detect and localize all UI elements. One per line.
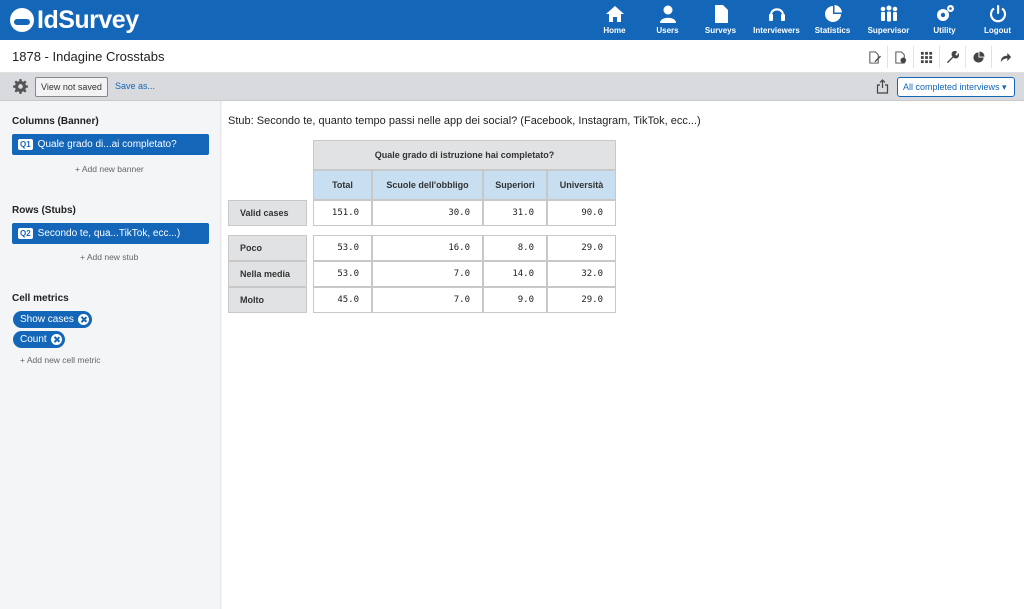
export-icon bbox=[876, 79, 889, 94]
nav-logout[interactable]: Logout bbox=[971, 0, 1024, 40]
nav-utility[interactable]: Utility bbox=[918, 0, 971, 40]
nav-logout-label: Logout bbox=[983, 26, 1012, 35]
stub-title: Stub: Secondo te, quanto tempo passi nel… bbox=[228, 115, 701, 127]
row-label-poco: Poco bbox=[228, 235, 307, 261]
nav-users-label: Users bbox=[656, 26, 679, 35]
question-tag: Q2 bbox=[18, 228, 33, 239]
grid-icon bbox=[920, 51, 933, 63]
nav-utility-label: Utility bbox=[933, 26, 956, 35]
nav-surveys[interactable]: Surveys bbox=[694, 0, 747, 40]
save-as-link[interactable]: Save as... bbox=[115, 81, 155, 91]
row-label-valid-cases: Valid cases bbox=[228, 200, 307, 226]
nav-home[interactable]: Home bbox=[588, 0, 641, 40]
top-navbar: IdSurvey Home Users Surveys Interviewers… bbox=[0, 0, 1024, 40]
gears-icon bbox=[936, 5, 954, 21]
edit-document-icon bbox=[869, 50, 881, 64]
row-label-molto: Molto bbox=[228, 287, 307, 313]
remove-icon[interactable] bbox=[50, 334, 62, 345]
table-cell: 151.0 bbox=[313, 200, 372, 226]
page-title: 1878 - Indagine Crosstabs bbox=[12, 49, 165, 64]
idsurvey-logo[interactable]: IdSurvey bbox=[10, 5, 139, 34]
group-icon bbox=[880, 5, 897, 22]
table-cell: 7.0 bbox=[372, 261, 483, 287]
table-cell: 8.0 bbox=[483, 235, 547, 261]
rows-section-title: Rows (Stubs) bbox=[12, 205, 76, 216]
metric-label: Count bbox=[20, 334, 47, 345]
banner-header: Quale grado di istruzione hai completato… bbox=[313, 140, 616, 170]
crosstab-sidebar: Columns (Banner) Q1 Quale grado di...ai … bbox=[0, 101, 221, 609]
document-icon bbox=[714, 5, 728, 23]
settings-button[interactable] bbox=[13, 79, 29, 95]
banner-variable-label: Quale grado di...ai completato? bbox=[37, 139, 177, 150]
power-icon bbox=[989, 5, 1006, 23]
pie-chart-icon bbox=[824, 5, 842, 22]
table-cell: 45.0 bbox=[313, 287, 372, 313]
column-header-universita: Università bbox=[547, 170, 616, 200]
export-button[interactable] bbox=[876, 79, 890, 95]
title-tools bbox=[862, 46, 1018, 68]
table-cell: 53.0 bbox=[313, 235, 372, 261]
nav-statistics[interactable]: Statistics bbox=[806, 0, 859, 40]
nav-interviewers[interactable]: Interviewers bbox=[747, 0, 806, 40]
logo-text: IdSurvey bbox=[37, 5, 139, 34]
document-settings-button[interactable] bbox=[888, 46, 914, 68]
document-settings-icon bbox=[895, 50, 907, 64]
remove-icon[interactable] bbox=[77, 314, 89, 325]
share-arrow-icon bbox=[1000, 52, 1011, 62]
share-button[interactable] bbox=[992, 46, 1018, 68]
nav-supervisor-label: Supervisor bbox=[867, 26, 910, 35]
metric-label: Show cases bbox=[20, 314, 74, 325]
row-label-nella-media: Nella media bbox=[228, 261, 307, 287]
table-cell: 53.0 bbox=[313, 261, 372, 287]
metric-chip-count[interactable]: Count bbox=[13, 331, 65, 348]
title-bar: 1878 - Indagine Crosstabs bbox=[0, 40, 1024, 73]
logo-mark-icon bbox=[10, 8, 34, 32]
nav-users[interactable]: Users bbox=[641, 0, 694, 40]
table-cell: 29.0 bbox=[547, 287, 616, 313]
banner-variable-chip[interactable]: Q1 Quale grado di...ai completato? bbox=[12, 134, 209, 155]
table-cell: 9.0 bbox=[483, 287, 547, 313]
pie-chart-icon bbox=[973, 50, 985, 63]
home-icon bbox=[605, 6, 624, 22]
table-cell: 7.0 bbox=[372, 287, 483, 313]
add-banner-link[interactable]: + Add new banner bbox=[75, 164, 144, 174]
column-header-total: Total bbox=[313, 170, 372, 200]
nav-statistics-label: Statistics bbox=[814, 26, 851, 35]
table-cell: 14.0 bbox=[483, 261, 547, 287]
add-stub-link[interactable]: + Add new stub bbox=[80, 252, 138, 262]
users-icon bbox=[659, 5, 676, 23]
table-cell: 16.0 bbox=[372, 235, 483, 261]
metric-chip-show-cases[interactable]: Show cases bbox=[13, 311, 92, 328]
grid-button[interactable] bbox=[914, 46, 940, 68]
wrench-icon bbox=[946, 50, 959, 63]
nav-supervisor[interactable]: Supervisor bbox=[859, 0, 918, 40]
main-nav: Home Users Surveys Interviewers Statisti… bbox=[588, 0, 1024, 40]
stub-variable-chip[interactable]: Q2 Secondo te, qua...TikTok, ecc...) bbox=[12, 223, 209, 244]
column-header-superiori: Superiori bbox=[483, 170, 547, 200]
chart-button[interactable] bbox=[966, 46, 992, 68]
table-cell: 31.0 bbox=[483, 200, 547, 226]
gear-icon bbox=[13, 79, 28, 94]
nav-interviewers-label: Interviewers bbox=[753, 26, 800, 35]
edit-document-button[interactable] bbox=[862, 46, 888, 68]
table-cell: 29.0 bbox=[547, 235, 616, 261]
table-cell: 32.0 bbox=[547, 261, 616, 287]
columns-section-title: Columns (Banner) bbox=[12, 116, 99, 127]
wrench-button[interactable] bbox=[940, 46, 966, 68]
crosstab-main: Stub: Secondo te, quanto tempo passi nel… bbox=[222, 101, 1024, 609]
headset-icon bbox=[768, 8, 785, 21]
table-cell: 30.0 bbox=[372, 200, 483, 226]
nav-home-label: Home bbox=[603, 26, 626, 35]
interview-filter-dropdown[interactable]: All completed interviews ▾ bbox=[897, 77, 1015, 97]
table-cell: 90.0 bbox=[547, 200, 616, 226]
column-header-scuole-obbligo: Scuole dell'obbligo bbox=[372, 170, 483, 200]
metrics-section-title: Cell metrics bbox=[12, 293, 69, 304]
nav-surveys-label: Surveys bbox=[704, 26, 737, 35]
view-toolbar: View not saved Save as... All completed … bbox=[0, 73, 1024, 101]
stub-variable-label: Secondo te, qua...TikTok, ecc...) bbox=[37, 228, 181, 239]
question-tag: Q1 bbox=[18, 139, 33, 150]
view-not-saved-button[interactable]: View not saved bbox=[35, 77, 108, 97]
add-cell-metric-link[interactable]: + Add new cell metric bbox=[20, 355, 101, 365]
